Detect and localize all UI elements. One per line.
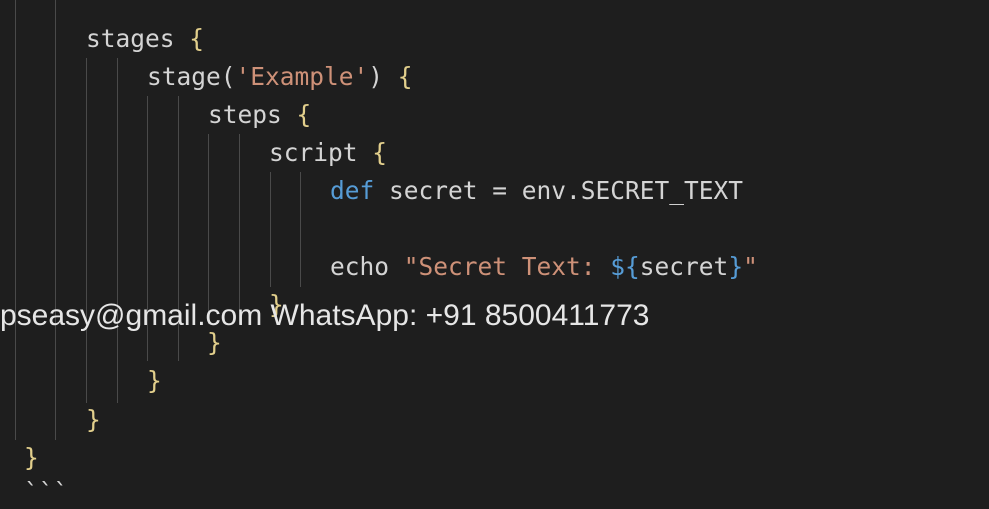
contact-watermark: pseasy@gmail.com WhatsApp: +91 850041177… [0, 299, 650, 332]
indent-guide [55, 0, 56, 440]
code-line-steps: steps { [208, 100, 311, 130]
code-token: } [728, 252, 744, 281]
indent-guide [270, 172, 271, 287]
code-token: echo [330, 252, 404, 281]
code-line-script: script { [269, 138, 387, 168]
code-token: stages [86, 24, 175, 53]
code-token: { [357, 138, 388, 167]
code-line-echo: echo "Secret Text: ${secret}" [330, 252, 758, 282]
code-line-close-pipeline: } [24, 443, 39, 472]
code-token: script [269, 138, 358, 167]
code-token: { [383, 62, 413, 91]
code-line-stage: stage('Example') { [147, 62, 413, 92]
code-token: stage( [147, 62, 236, 91]
code-line-stages: stages { [86, 24, 204, 54]
code-line-close-stages: } [86, 405, 101, 434]
code-token: ) [368, 62, 384, 91]
code-token: ${ [610, 252, 640, 281]
code-token: { [174, 24, 205, 53]
code-token: steps [208, 100, 282, 129]
code-line-close-stage: } [147, 366, 162, 395]
code-token: def [330, 176, 375, 205]
code-token: secret = env.SECRET_TEXT [374, 176, 744, 205]
indent-guide [86, 58, 87, 403]
indent-guide [208, 134, 209, 324]
code-token: secret [639, 252, 729, 281]
code-token: "Secret Text: [403, 252, 611, 281]
indent-guide [300, 172, 301, 287]
code-token: 'Example' [235, 62, 369, 91]
indent-guide [117, 58, 118, 403]
indent-guide [239, 134, 240, 324]
code-token: { [281, 100, 312, 129]
code-line-def: def secret = env.SECRET_TEXT [330, 176, 743, 206]
code-line-fence: ``` [24, 478, 69, 507]
code-token: " [743, 252, 758, 281]
indent-guide [15, 0, 16, 440]
